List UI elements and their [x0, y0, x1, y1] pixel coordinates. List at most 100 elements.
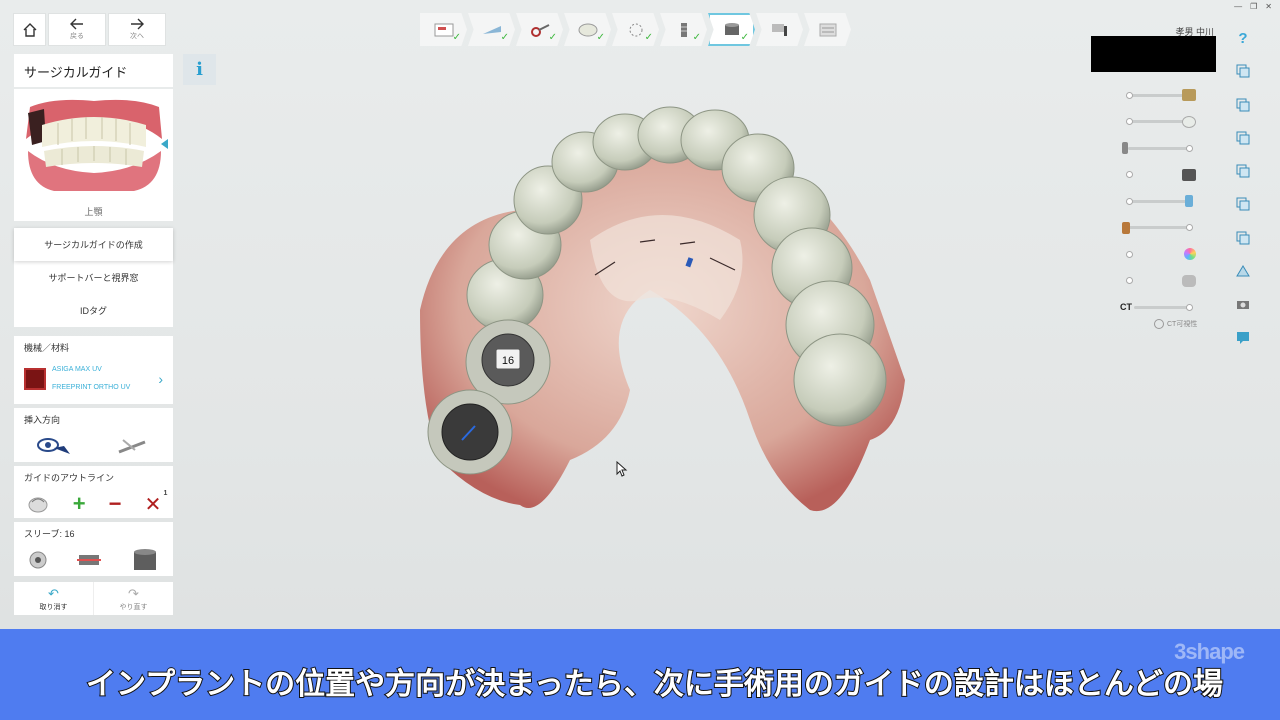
insertion-header: 挿入方向	[24, 415, 61, 425]
visibility-slider-row[interactable]	[1120, 82, 1200, 109]
sleeve-secondary[interactable]	[427, 389, 513, 475]
scan-icon	[482, 25, 501, 34]
workflow-step-guide[interactable]: ✓	[708, 13, 755, 46]
sleeve-side-icon[interactable]	[75, 550, 103, 570]
workflow-step-export[interactable]	[804, 13, 851, 46]
check-icon: ✓	[548, 32, 557, 43]
remove-outline-icon[interactable]: −	[109, 491, 122, 517]
ct-label: CT	[1120, 302, 1132, 313]
home-button[interactable]	[13, 13, 46, 46]
color-layer-icon	[1184, 248, 1196, 261]
sleeve-header: スリーブ: 16	[24, 529, 75, 539]
tooth-icon	[578, 23, 597, 36]
copy-icon[interactable]	[1233, 161, 1253, 181]
sleeve-cylinder-icon[interactable]	[130, 548, 160, 572]
workflow-step-order[interactable]: ✓	[420, 13, 467, 46]
outline-header: ガイドのアウトライン	[24, 473, 115, 483]
copy-icon[interactable]	[1233, 61, 1253, 81]
check-icon: ✓	[740, 32, 749, 43]
guide-icon	[724, 22, 739, 35]
machine-header: 機械／材料	[24, 343, 70, 353]
guide-menu: サージカルガイドの作成 サポートバーと視界窓 IDタグ	[14, 228, 173, 327]
ct-visibility-toggle[interactable]: CT可視性	[1154, 319, 1197, 329]
machine-selector[interactable]: ASIGA MAX UV FREEPRINT ORTHO UV ›	[14, 359, 173, 399]
outline-guide-icon[interactable]	[26, 494, 50, 514]
workflow-step-drill[interactable]	[756, 13, 803, 46]
visibility-slider-row[interactable]	[1120, 188, 1200, 215]
order-form-icon	[434, 23, 453, 36]
workflow-step-align[interactable]: ✓	[612, 13, 659, 46]
visibility-slider-row[interactable]	[1120, 241, 1200, 268]
redo-button[interactable]: ↷ やり直す	[93, 582, 173, 615]
jaw-model-3d[interactable]: 16	[400, 100, 920, 525]
delete-outline-icon[interactable]: ✕ 1	[145, 490, 168, 517]
navigation-bar: 戻る 次へ	[13, 13, 166, 46]
info-button[interactable]: i	[183, 54, 216, 85]
redacted-box	[1091, 36, 1216, 72]
jaw-selected-arrow-icon	[161, 139, 168, 149]
model-layer-icon	[1182, 89, 1196, 102]
menu-item-support-bar[interactable]: サポートバーと視界窓	[14, 261, 173, 294]
insertion-section: 挿入方向	[14, 408, 173, 462]
bone-layer-icon	[1122, 221, 1130, 234]
back-button[interactable]: 戻る	[48, 13, 106, 46]
add-outline-icon[interactable]: +	[73, 491, 86, 517]
sleeve-number-label: 16	[502, 355, 514, 367]
window-controls: — ❐ ✕	[1234, 2, 1272, 11]
workflow-step-scan[interactable]: ✓	[468, 13, 515, 46]
check-icon: ✓	[452, 32, 461, 43]
sleeve-top-icon[interactable]	[27, 550, 49, 570]
visibility-slider-row[interactable]	[1120, 109, 1200, 136]
ct-slider-row[interactable]: CT	[1120, 294, 1200, 321]
check-icon: ✓	[500, 32, 509, 43]
jaw-thumbnail[interactable]: 上顎	[14, 89, 173, 221]
denture-icon	[26, 99, 162, 191]
workflow-step-tooth[interactable]: ✓	[564, 13, 611, 46]
home-icon	[23, 22, 36, 37]
comment-icon[interactable]	[1233, 328, 1253, 348]
printer-icon	[24, 368, 46, 390]
visibility-slider-row[interactable]	[1120, 135, 1200, 162]
gingiva-layer-icon	[1182, 274, 1196, 287]
implant-layer-icon	[1122, 142, 1128, 155]
menu-item-create-guide[interactable]: サージカルガイドの作成	[14, 228, 173, 261]
model-view-icon[interactable]	[1233, 261, 1253, 281]
next-label: 次へ	[130, 33, 144, 40]
machine-section: 機械／材料 ASIGA MAX UV FREEPRINT ORTHO UV ›	[14, 336, 173, 404]
copy-icon[interactable]	[1233, 194, 1253, 214]
right-toolbar: ?	[1233, 28, 1253, 361]
view-direction-icon[interactable]	[36, 436, 72, 456]
camera-icon[interactable]	[1233, 294, 1253, 314]
implant-icon	[680, 22, 687, 37]
restore-button[interactable]: ❐	[1250, 2, 1257, 11]
redo-label: やり直す	[119, 603, 148, 611]
minimize-button[interactable]: —	[1234, 2, 1242, 11]
workflow-step-implant[interactable]: ✓	[660, 13, 707, 46]
printer-name: ASIGA MAX UV	[52, 366, 102, 373]
copy-icon[interactable]	[1233, 95, 1253, 115]
outline-superscript: 1	[163, 489, 168, 497]
export-icon	[819, 23, 836, 36]
undo-redo-bar: ↶ 取り消す ↷ やり直す	[14, 582, 173, 615]
undo-button[interactable]: ↶ 取り消す	[14, 582, 93, 615]
menu-item-id-tag[interactable]: IDタグ	[14, 294, 173, 327]
material-name: FREEPRINT ORTHO UV	[52, 384, 131, 391]
drill-icon	[771, 23, 787, 36]
mouse-cursor-icon	[616, 461, 628, 477]
set-direction-icon[interactable]	[115, 436, 151, 456]
help-icon[interactable]: ?	[1233, 28, 1253, 48]
undo-icon: ↶	[48, 585, 59, 601]
page-title: サージカルガイド	[14, 54, 173, 87]
check-icon: ✓	[596, 32, 605, 43]
visibility-sliders: CT	[1120, 82, 1200, 321]
visibility-slider-row[interactable]	[1120, 162, 1200, 189]
workflow-step-trim[interactable]: ✓	[516, 13, 563, 46]
copy-icon[interactable]	[1233, 228, 1253, 248]
align-icon	[629, 23, 642, 36]
close-button[interactable]: ✕	[1265, 2, 1272, 11]
visibility-slider-row[interactable]	[1120, 215, 1200, 242]
copy-icon[interactable]	[1233, 128, 1253, 148]
tooth-layer-icon	[1182, 115, 1196, 128]
visibility-slider-row[interactable]	[1120, 268, 1200, 295]
next-button[interactable]: 次へ	[108, 13, 166, 46]
